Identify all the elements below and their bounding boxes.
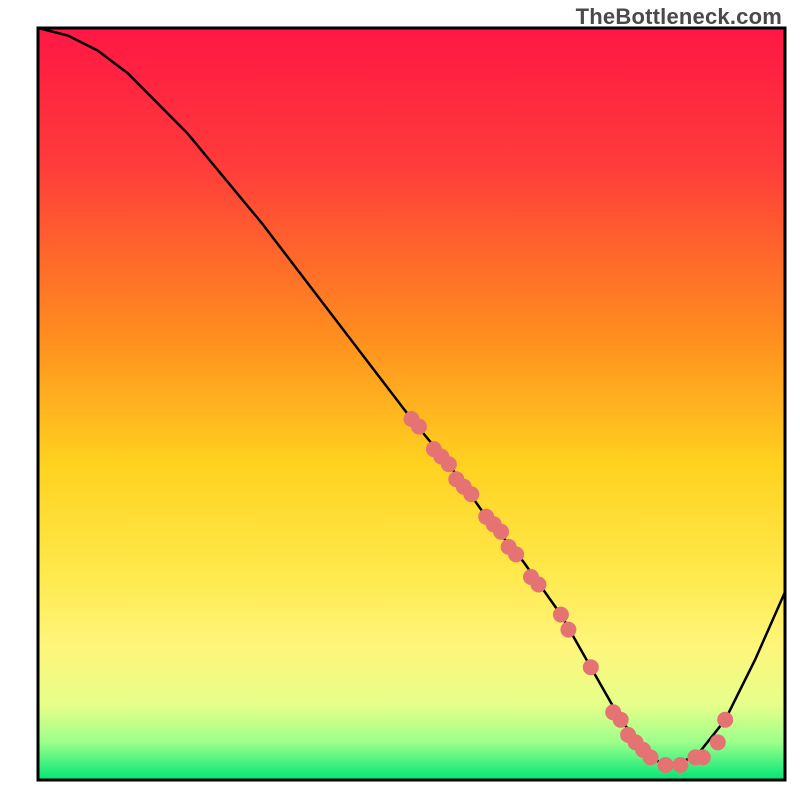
marker-dot xyxy=(411,419,427,435)
marker-dot xyxy=(672,757,688,773)
marker-dot xyxy=(710,734,726,750)
marker-dot xyxy=(658,757,674,773)
marker-dot xyxy=(560,622,576,638)
chart-stage: TheBottleneck.com xyxy=(0,0,800,800)
plot-background xyxy=(38,28,785,780)
marker-dot xyxy=(583,659,599,675)
marker-dot xyxy=(493,524,509,540)
marker-dot xyxy=(643,749,659,765)
marker-dot xyxy=(613,712,629,728)
marker-dot xyxy=(508,546,524,562)
marker-dot xyxy=(717,712,733,728)
chart-svg xyxy=(0,0,800,800)
marker-dot xyxy=(531,577,547,593)
marker-dot xyxy=(553,607,569,623)
marker-dot xyxy=(441,456,457,472)
marker-dot xyxy=(463,486,479,502)
marker-dot xyxy=(695,749,711,765)
